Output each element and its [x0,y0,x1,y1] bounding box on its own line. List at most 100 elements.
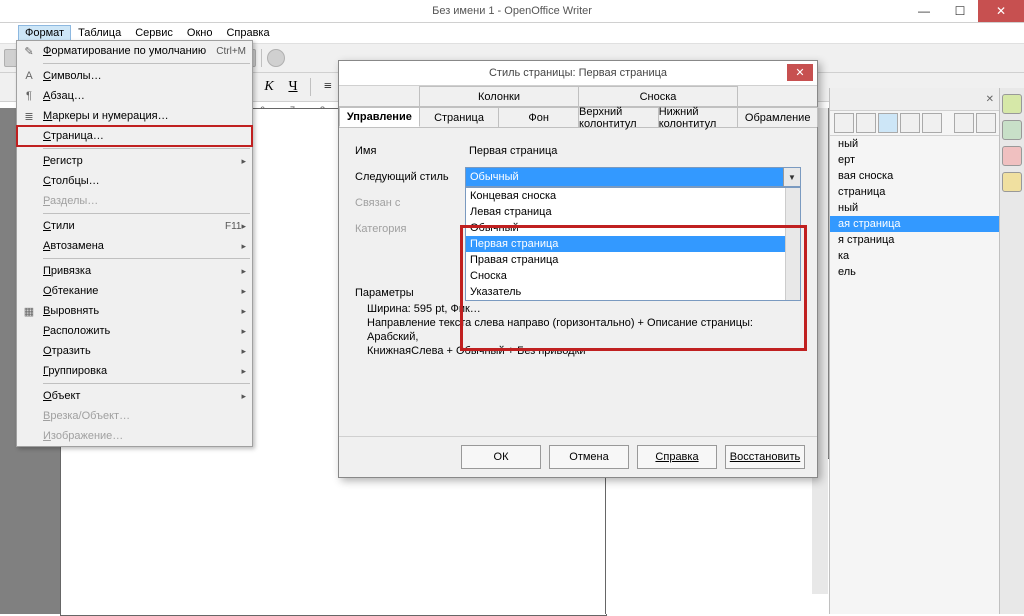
combobox-value: Обычный [470,171,519,183]
dialog-tab-row-top: Колонки Сноска [339,86,817,107]
dropdown-option[interactable]: Указатель [466,284,800,300]
menu-item[interactable]: Расположить▸ [17,321,252,341]
menu-format[interactable]: Формат [18,25,71,41]
menu-item[interactable]: Страница… [17,126,252,146]
style-list-item[interactable]: ая страница [830,216,1000,232]
next-style-combobox[interactable]: Обычный ▼ [465,167,801,187]
panel-toolbar-icon[interactable] [954,113,974,133]
menu-item[interactable]: AСимволы… [17,66,252,86]
parameters-line: КнижнаяСлева + Обычный + Без приводки [367,344,801,358]
window-title: Без имени 1 - OpenOffice Writer [432,5,592,17]
menu-item: Врезка/Объект… [17,406,252,426]
sidebar-toolbar [999,88,1024,614]
tab-footnote-top[interactable]: Сноска [578,86,738,106]
panel-toolbar-icon[interactable] [900,113,920,133]
menu-item[interactable]: Привязка▸ [17,261,252,281]
style-list-item[interactable]: ный [830,200,1000,216]
field-name-label: Имя [355,145,465,157]
panel-toolbar-icon[interactable] [922,113,942,133]
window-titlebar: Без имени 1 - OpenOffice Writer — ☐ ✕ [0,0,1024,23]
field-name-value: Первая страница [465,145,801,157]
dialog-close-button[interactable]: ✕ [787,64,813,81]
menu-help[interactable]: Справка [219,25,276,41]
dropdown-option[interactable]: Правая страница [466,252,800,268]
ok-button[interactable]: ОК [461,445,541,469]
dialog-tab[interactable]: Фон [498,107,579,127]
style-list-item[interactable]: ка [830,248,1000,264]
next-style-dropdown-list[interactable]: Концевая сноскаЛевая страницаОбычныйПерв… [465,187,801,301]
dropdown-option[interactable]: Левая страница [466,204,800,220]
panel-toolbar-icon[interactable] [976,113,996,133]
menu-item: Разделы… [17,191,252,211]
menu-item[interactable]: Группировка▸ [17,361,252,381]
dialog-tab-row: УправлениеСтраницаФонВерхний колонтитулН… [339,107,817,128]
parameters-line: Ширина: 595 pt, Фик… [367,302,801,316]
italic-button[interactable]: К [260,79,278,95]
menu-window[interactable]: Окно [180,25,220,41]
panel-toolbar-icon[interactable] [834,113,854,133]
menu-item[interactable]: Столбцы… [17,171,252,191]
page-style-dialog: Стиль страницы: Первая страница ✕ Колонк… [338,60,818,478]
dialog-tab[interactable]: Управление [339,107,420,127]
panel-close-button[interactable]: ✕ [986,94,994,105]
dropdown-option[interactable]: Концевая сноска [466,188,800,204]
help-button[interactable]: Справка [637,445,717,469]
align-button[interactable]: ≡ [319,79,337,95]
sidebar-icon[interactable] [1002,172,1022,192]
field-category-label: Категория [355,223,465,235]
panel-toolbar [830,111,1000,136]
style-list-item[interactable]: ерт [830,152,1000,168]
dialog-button-row: ОК Отмена Справка Восстановить [339,436,817,477]
tab-columns[interactable]: Колонки [419,86,579,106]
dialog-tab[interactable]: Обрамление [737,107,818,127]
menu-item[interactable]: ≣Маркеры и нумерация… [17,106,252,126]
menu-item: Изображение… [17,426,252,446]
menu-table[interactable]: Таблица [71,25,128,41]
page-preview-right [605,458,832,614]
window-minimize-button[interactable]: — [906,0,942,22]
dropdown-scrollbar[interactable] [785,188,800,300]
panel-toolbar-icon[interactable] [878,113,898,133]
dropdown-option[interactable]: Первая страница [466,236,800,252]
menu-item[interactable]: Объект▸ [17,386,252,406]
dialog-body: Имя Первая страница Следующий стиль Обыч… [339,128,817,366]
cancel-button[interactable]: Отмена [549,445,629,469]
menu-item[interactable]: ¶Абзац… [17,86,252,106]
menu-service[interactable]: Сервис [128,25,180,41]
style-list-item[interactable]: страница [830,184,1000,200]
window-close-button[interactable]: ✕ [978,0,1024,22]
panel-toolbar-icon[interactable] [856,113,876,133]
reset-button[interactable]: Восстановить [725,445,805,469]
parameters-line: Направление текста слева направо (горизо… [367,316,801,344]
underline-button[interactable]: Ч [284,79,302,95]
dropdown-option[interactable]: Сноска [466,268,800,284]
style-list-item[interactable]: ель [830,264,1000,280]
menu-item[interactable]: СтилиF11▸ [17,216,252,236]
style-list-item[interactable]: я страница [830,232,1000,248]
dropdown-option[interactable]: Обычный [466,220,800,236]
combobox-dropdown-button[interactable]: ▼ [783,168,800,186]
window-maximize-button[interactable]: ☐ [942,0,978,22]
dialog-title: Стиль страницы: Первая страница [489,67,667,79]
help-icon[interactable] [267,49,285,67]
menu-item[interactable]: ▦Выровнять▸ [17,301,252,321]
field-next-label: Следующий стиль [355,171,465,183]
menu-item[interactable]: Регистр▸ [17,151,252,171]
menu-item[interactable]: ✎Форматирование по умолчаниюCtrl+M [17,41,252,61]
styles-list[interactable]: ныйертвая сноскастраницаныйая страницая … [830,136,1000,280]
style-list-item[interactable]: ный [830,136,1000,152]
style-list-item[interactable]: вая сноска [830,168,1000,184]
dialog-tab[interactable]: Нижний колонтитул [658,107,739,127]
sidebar-icon[interactable] [1002,146,1022,166]
menu-item[interactable]: Автозамена▸ [17,236,252,256]
dialog-titlebar: Стиль страницы: Первая страница ✕ [339,61,817,86]
sidebar-icon[interactable] [1002,120,1022,140]
dialog-tab[interactable]: Верхний колонтитул [578,107,659,127]
format-menu-dropdown: ✎Форматирование по умолчаниюCtrl+M AСимво… [16,40,253,447]
menu-item[interactable]: Отразить▸ [17,341,252,361]
dialog-tab[interactable]: Страница [419,107,500,127]
field-linked-label: Связан с [355,197,465,209]
sidebar-icon[interactable] [1002,94,1022,114]
styles-panel: ✕ ныйертвая сноскастраницаныйая страница… [829,88,1000,614]
menu-item[interactable]: Обтекание▸ [17,281,252,301]
